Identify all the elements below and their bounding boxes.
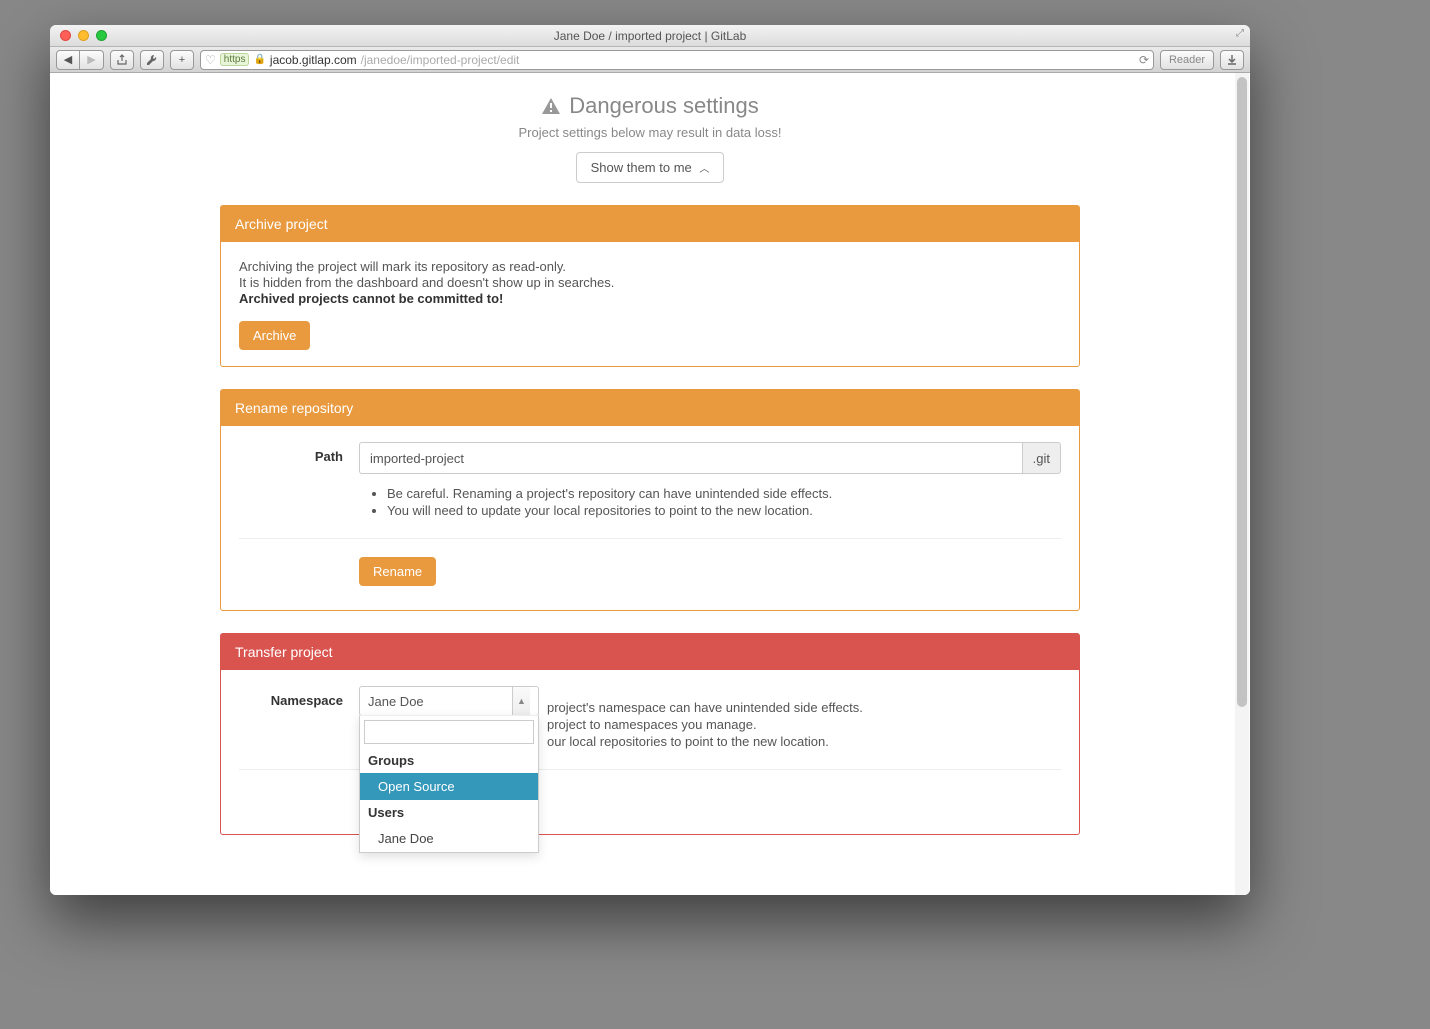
transfer-warning-2: project to namespaces you manage. bbox=[547, 717, 1061, 732]
transfer-warning-3: our local repositories to point to the n… bbox=[547, 734, 1061, 749]
users-heading: Users bbox=[360, 800, 538, 825]
tools-button[interactable] bbox=[140, 50, 164, 70]
transfer-warning-1: project's namespace can have unintended … bbox=[547, 700, 1061, 715]
namespace-selected: Jane Doe bbox=[368, 694, 424, 709]
rename-warning-2: You will need to update your local repos… bbox=[387, 503, 1061, 518]
add-tab-button[interactable]: + bbox=[170, 50, 194, 70]
rename-button[interactable]: Rename bbox=[359, 557, 436, 586]
favorite-icon: ♡ bbox=[205, 53, 216, 67]
page-title-text: Dangerous settings bbox=[569, 93, 759, 119]
archive-text-2: It is hidden from the dashboard and does… bbox=[239, 275, 1061, 290]
archive-text-1: Archiving the project will mark its repo… bbox=[239, 259, 1061, 274]
path-suffix: .git bbox=[1022, 442, 1061, 474]
rename-panel: Rename repository Path .git Be careful. … bbox=[220, 389, 1080, 611]
close-window-button[interactable] bbox=[60, 30, 71, 41]
titlebar: Jane Doe / imported project | GitLab ⤢ bbox=[50, 25, 1250, 47]
namespace-option-jane-doe[interactable]: Jane Doe bbox=[360, 825, 538, 852]
download-icon bbox=[1226, 54, 1238, 66]
forward-button[interactable]: ▶ bbox=[80, 50, 104, 70]
chevron-up-icon: ︿ bbox=[699, 164, 709, 175]
divider bbox=[239, 538, 1061, 539]
danger-header: Dangerous settings Project settings belo… bbox=[220, 93, 1080, 183]
archive-button[interactable]: Archive bbox=[239, 321, 310, 350]
rename-warning-1: Be careful. Renaming a project's reposit… bbox=[387, 486, 1061, 501]
nav-buttons: ◀ ▶ bbox=[56, 50, 104, 70]
minimize-window-button[interactable] bbox=[78, 30, 89, 41]
url-path: /janedoe/imported-project/edit bbox=[361, 53, 520, 67]
namespace-dropdown: Groups Open Source Users Jane Doe bbox=[359, 715, 539, 853]
path-label: Path bbox=[239, 442, 359, 464]
page-title: Dangerous settings bbox=[541, 93, 759, 119]
path-input[interactable] bbox=[359, 442, 1022, 474]
archive-text-3: Archived projects cannot be committed to… bbox=[239, 291, 503, 306]
scrollbar[interactable] bbox=[1235, 73, 1249, 895]
address-bar[interactable]: ♡ https 🔒 jacob.gitlap.com /janedoe/impo… bbox=[200, 50, 1154, 70]
warning-icon bbox=[541, 96, 561, 116]
groups-heading: Groups bbox=[360, 748, 538, 773]
back-button[interactable]: ◀ bbox=[56, 50, 80, 70]
namespace-label: Namespace bbox=[239, 686, 359, 708]
zoom-window-button[interactable] bbox=[96, 30, 107, 41]
browser-toolbar: ◀ ▶ + ♡ https 🔒 jacob.gitlap.com /janedo… bbox=[50, 47, 1250, 73]
https-badge: https bbox=[220, 53, 250, 66]
browser-window: Jane Doe / imported project | GitLab ⤢ ◀… bbox=[50, 25, 1250, 895]
namespace-select[interactable]: Jane Doe ▲ Groups Open Source Users bbox=[359, 686, 539, 716]
transfer-panel: Transfer project Namespace Jane Doe ▲ bbox=[220, 633, 1080, 835]
transfer-panel-title: Transfer project bbox=[221, 634, 1079, 670]
url-domain: jacob.gitlap.com bbox=[270, 53, 357, 67]
show-settings-button[interactable]: Show them to me ︿ bbox=[576, 152, 725, 183]
namespace-search-input[interactable] bbox=[364, 720, 534, 744]
fullscreen-icon[interactable]: ⤢ bbox=[1236, 28, 1244, 39]
share-button[interactable] bbox=[110, 50, 134, 70]
window-title: Jane Doe / imported project | GitLab bbox=[50, 29, 1250, 43]
dropdown-arrow-icon: ▲ bbox=[512, 687, 530, 715]
window-controls bbox=[50, 30, 107, 41]
archive-panel-title: Archive project bbox=[221, 206, 1079, 242]
page-content: Dangerous settings Project settings belo… bbox=[50, 73, 1250, 895]
lock-icon: 🔒 bbox=[253, 54, 265, 65]
reader-button[interactable]: Reader bbox=[1160, 50, 1214, 70]
share-icon bbox=[116, 54, 128, 66]
scrollbar-thumb[interactable] bbox=[1237, 77, 1247, 707]
archive-panel: Archive project Archiving the project wi… bbox=[220, 205, 1080, 367]
namespace-option-open-source[interactable]: Open Source bbox=[360, 773, 538, 800]
reload-icon[interactable]: ⟳ bbox=[1139, 53, 1149, 67]
rename-panel-title: Rename repository bbox=[221, 390, 1079, 426]
page-subtitle: Project settings below may result in dat… bbox=[220, 125, 1080, 140]
downloads-button[interactable] bbox=[1220, 50, 1244, 70]
show-button-label: Show them to me bbox=[591, 160, 692, 175]
wrench-icon bbox=[146, 54, 158, 66]
